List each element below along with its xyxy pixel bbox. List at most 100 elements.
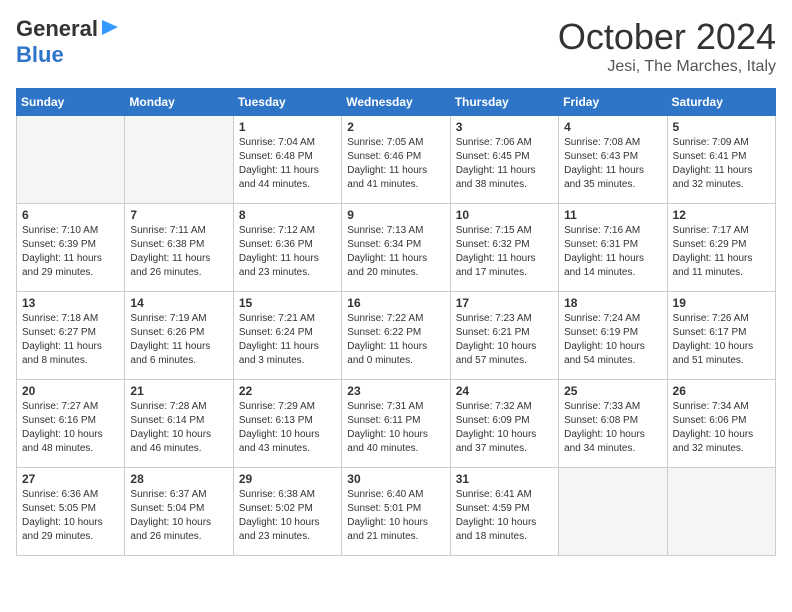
calendar-cell: 5 Sunrise: 7:09 AM Sunset: 6:41 PM Daylig… [667,116,775,204]
logo-blue: Blue [16,42,64,67]
calendar-cell: 18 Sunrise: 7:24 AM Sunset: 6:19 PM Dayli… [559,292,667,380]
calendar-cell: 19 Sunrise: 7:26 AM Sunset: 6:17 PM Dayli… [667,292,775,380]
calendar-cell: 2Sunrise: 7:05 AM Sunset: 6:46 PM Daylig… [342,116,450,204]
calendar-cell: 29 Sunrise: 6:38 AM Sunset: 5:02 PM Dayli… [233,468,341,556]
day-info: Sunrise: 7:34 AM Sunset: 6:06 PM Dayligh… [673,401,754,454]
day-number: 14 [130,296,227,310]
calendar-cell: 31Sunrise: 6:41 AM Sunset: 4:59 PM Dayli… [450,468,558,556]
week-row-5: 27Sunrise: 6:36 AM Sunset: 5:05 PM Dayli… [17,468,776,556]
day-info: Sunrise: 7:17 AM Sunset: 6:29 PM Dayligh… [673,225,753,278]
day-info: Sunrise: 7:08 AM Sunset: 6:43 PM Dayligh… [564,137,644,190]
weekday-header-thursday: Thursday [450,89,558,116]
day-info: Sunrise: 7:09 AM Sunset: 6:41 PM Dayligh… [673,137,753,190]
weekday-header-saturday: Saturday [667,89,775,116]
calendar-cell: 28 Sunrise: 6:37 AM Sunset: 5:04 PM Dayli… [125,468,233,556]
day-info: Sunrise: 6:37 AM Sunset: 5:04 PM Dayligh… [130,489,211,542]
day-info: Sunrise: 7:22 AM Sunset: 6:22 PM Dayligh… [347,313,427,366]
calendar-cell: 13 Sunrise: 7:18 AM Sunset: 6:27 PM Dayli… [17,292,125,380]
week-row-2: 6Sunrise: 7:10 AM Sunset: 6:39 PM Daylig… [17,204,776,292]
calendar-cell: 16 Sunrise: 7:22 AM Sunset: 6:22 PM Dayli… [342,292,450,380]
day-number: 29 [239,472,336,486]
calendar-cell: 14 Sunrise: 7:19 AM Sunset: 6:26 PM Dayli… [125,292,233,380]
day-number: 8 [239,208,336,222]
day-number: 5 [673,120,770,134]
day-info: Sunrise: 7:24 AM Sunset: 6:19 PM Dayligh… [564,313,645,366]
weekday-header-sunday: Sunday [17,89,125,116]
weekday-header-tuesday: Tuesday [233,89,341,116]
calendar-cell: 4 Sunrise: 7:08 AM Sunset: 6:43 PM Daylig… [559,116,667,204]
calendar-cell: 15 Sunrise: 7:21 AM Sunset: 6:24 PM Dayli… [233,292,341,380]
day-number: 16 [347,296,444,310]
day-number: 26 [673,384,770,398]
day-number: 10 [456,208,553,222]
day-number: 28 [130,472,227,486]
day-number: 18 [564,296,661,310]
calendar-cell: 11Sunrise: 7:16 AM Sunset: 6:31 PM Dayli… [559,204,667,292]
day-number: 24 [456,384,553,398]
calendar-cell: 27Sunrise: 6:36 AM Sunset: 5:05 PM Dayli… [17,468,125,556]
day-info: Sunrise: 7:13 AM Sunset: 6:34 PM Dayligh… [347,225,427,278]
day-number: 4 [564,120,661,134]
day-info: Sunrise: 7:31 AM Sunset: 6:11 PM Dayligh… [347,401,428,454]
calendar-cell: 12Sunrise: 7:17 AM Sunset: 6:29 PM Dayli… [667,204,775,292]
logo-arrow-icon [100,19,120,37]
day-info: Sunrise: 7:23 AM Sunset: 6:21 PM Dayligh… [456,313,537,366]
location: Jesi, The Marches, Italy [558,58,776,76]
day-info: Sunrise: 7:26 AM Sunset: 6:17 PM Dayligh… [673,313,754,366]
day-info: Sunrise: 6:38 AM Sunset: 5:02 PM Dayligh… [239,489,320,542]
day-info: Sunrise: 6:40 AM Sunset: 5:01 PM Dayligh… [347,489,428,542]
calendar-cell: 8 Sunrise: 7:12 AM Sunset: 6:36 PM Daylig… [233,204,341,292]
weekday-header-wednesday: Wednesday [342,89,450,116]
day-number: 20 [22,384,119,398]
day-info: Sunrise: 6:41 AM Sunset: 4:59 PM Dayligh… [456,489,537,542]
weekday-header-friday: Friday [559,89,667,116]
day-info: Sunrise: 7:18 AM Sunset: 6:27 PM Dayligh… [22,313,102,366]
day-info: Sunrise: 7:32 AM Sunset: 6:09 PM Dayligh… [456,401,537,454]
calendar-cell [125,116,233,204]
week-row-4: 20Sunrise: 7:27 AM Sunset: 6:16 PM Dayli… [17,380,776,468]
logo-general: General [16,16,98,42]
day-number: 6 [22,208,119,222]
day-info: Sunrise: 7:04 AM Sunset: 6:48 PM Dayligh… [239,137,319,190]
calendar-cell: 24 Sunrise: 7:32 AM Sunset: 6:09 PM Dayli… [450,380,558,468]
calendar-cell: 7Sunrise: 7:11 AM Sunset: 6:38 PM Daylig… [125,204,233,292]
day-info: Sunrise: 7:29 AM Sunset: 6:13 PM Dayligh… [239,401,320,454]
calendar-cell: 23 Sunrise: 7:31 AM Sunset: 6:11 PM Dayli… [342,380,450,468]
calendar-table: SundayMondayTuesdayWednesdayThursdayFrid… [16,88,776,556]
day-info: Sunrise: 7:11 AM Sunset: 6:38 PM Dayligh… [130,225,210,278]
page-header: General Blue October 2024 Jesi, The Marc… [16,16,776,76]
day-number: 2 [347,120,444,134]
calendar-cell: 26 Sunrise: 7:34 AM Sunset: 6:06 PM Dayli… [667,380,775,468]
calendar-body: 1 Sunrise: 7:04 AM Sunset: 6:48 PM Daylig… [17,116,776,556]
calendar-cell: 25Sunrise: 7:33 AM Sunset: 6:08 PM Dayli… [559,380,667,468]
calendar-cell: 9 Sunrise: 7:13 AM Sunset: 6:34 PM Daylig… [342,204,450,292]
day-info: Sunrise: 7:19 AM Sunset: 6:26 PM Dayligh… [130,313,210,366]
calendar-cell: 21 Sunrise: 7:28 AM Sunset: 6:14 PM Dayli… [125,380,233,468]
calendar-cell: 20Sunrise: 7:27 AM Sunset: 6:16 PM Dayli… [17,380,125,468]
day-info: Sunrise: 7:12 AM Sunset: 6:36 PM Dayligh… [239,225,319,278]
day-number: 17 [456,296,553,310]
day-number: 15 [239,296,336,310]
day-number: 21 [130,384,227,398]
calendar-cell: 30 Sunrise: 6:40 AM Sunset: 5:01 PM Dayli… [342,468,450,556]
day-number: 13 [22,296,119,310]
week-row-1: 1 Sunrise: 7:04 AM Sunset: 6:48 PM Daylig… [17,116,776,204]
weekday-header-monday: Monday [125,89,233,116]
day-number: 9 [347,208,444,222]
day-number: 27 [22,472,119,486]
day-info: Sunrise: 7:06 AM Sunset: 6:45 PM Dayligh… [456,137,536,190]
day-number: 23 [347,384,444,398]
calendar-cell: 10Sunrise: 7:15 AM Sunset: 6:32 PM Dayli… [450,204,558,292]
day-number: 30 [347,472,444,486]
day-number: 22 [239,384,336,398]
day-info: Sunrise: 7:28 AM Sunset: 6:14 PM Dayligh… [130,401,211,454]
month-title: October 2024 [558,16,776,58]
day-info: Sunrise: 7:21 AM Sunset: 6:24 PM Dayligh… [239,313,319,366]
weekday-header-row: SundayMondayTuesdayWednesdayThursdayFrid… [17,89,776,116]
calendar-cell: 17 Sunrise: 7:23 AM Sunset: 6:21 PM Dayli… [450,292,558,380]
day-number: 3 [456,120,553,134]
calendar-cell [17,116,125,204]
day-number: 19 [673,296,770,310]
calendar-cell: 1 Sunrise: 7:04 AM Sunset: 6:48 PM Daylig… [233,116,341,204]
day-number: 1 [239,120,336,134]
